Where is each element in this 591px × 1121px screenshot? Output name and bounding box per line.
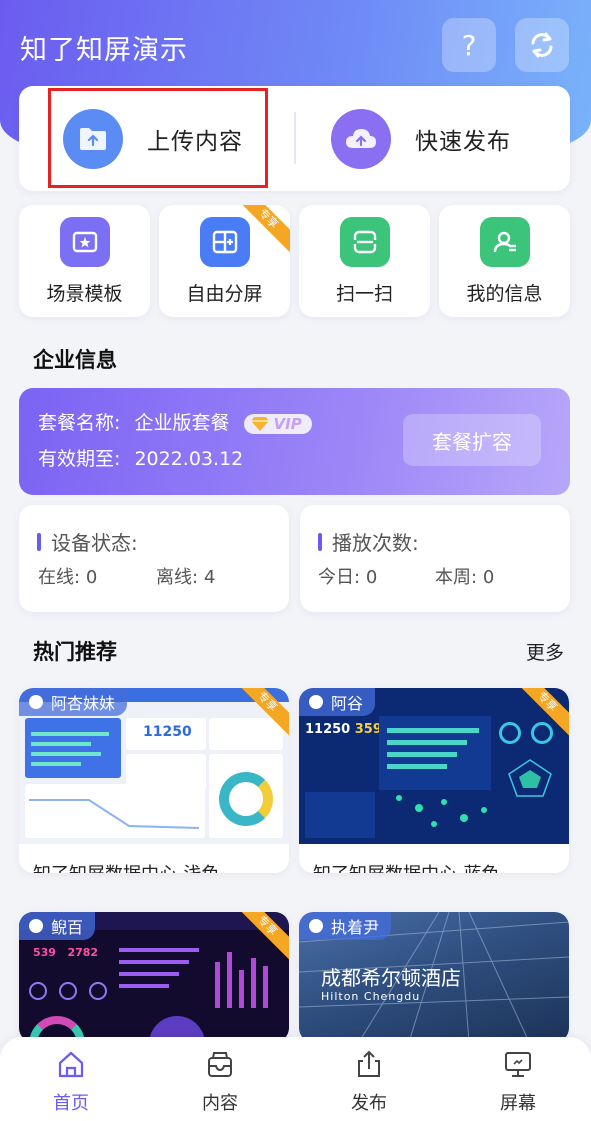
hotel-name-en: Hilton Chengdu	[321, 990, 421, 1003]
split-screen-label: 自由分屏	[186, 283, 263, 305]
help-button[interactable]: ?	[442, 18, 496, 72]
refresh-icon	[531, 32, 553, 58]
online-count: 在线: 0	[38, 567, 98, 588]
diamond-icon	[250, 416, 269, 431]
divider	[294, 112, 296, 164]
author-tag: 执着尹	[299, 912, 392, 940]
bottom-navigation: 首页 内容 发布 屏幕	[0, 1037, 591, 1121]
author-tag: 阿谷	[299, 688, 376, 716]
recommend-card-3[interactable]: 539 2782 鲵百 专享	[19, 912, 289, 1042]
app-title: 知了知屏演示	[20, 35, 188, 66]
today-count: 今日: 0	[318, 567, 378, 588]
scene-template-label: 场景模板	[46, 283, 123, 305]
nav-screen[interactable]: 屏幕	[468, 1047, 568, 1117]
exclusive-badge: 专享	[241, 912, 289, 960]
week-count: 本周: 0	[435, 567, 495, 588]
cloud-upload-icon	[331, 108, 391, 169]
more-link[interactable]: 更多	[526, 638, 564, 665]
offline-count: 离线: 4	[156, 567, 216, 588]
share-icon	[358, 1050, 380, 1077]
scene-template-tile[interactable]: 场景模板	[19, 205, 150, 317]
play-count-card[interactable]: 播放次数: 今日: 0 本周: 0	[300, 505, 570, 612]
exclusive-badge: 专享	[242, 205, 290, 253]
plan-name-row: 套餐名称: 企业版套餐 VIP	[38, 408, 312, 435]
my-info-tile[interactable]: 我的信息	[439, 205, 570, 317]
company-section-title: 企业信息	[33, 348, 117, 372]
plan-expand-button[interactable]: 套餐扩容	[403, 414, 541, 466]
scan-label: 扫一扫	[335, 283, 393, 305]
thumbnail-blue-dashboard: 11250 359 阿谷 专享	[299, 688, 569, 844]
my-info-label: 我的信息	[466, 283, 543, 305]
hotel-name: 成都希尔顿酒店	[321, 966, 461, 990]
question-icon: ?	[461, 28, 477, 62]
recommend-title: 知了知屏数据中心-浅色	[33, 860, 220, 873]
expire-label: 有效期至:	[38, 448, 121, 470]
template-icon	[60, 217, 110, 267]
recommend-section-title: 热门推荐	[33, 640, 117, 664]
nav-home[interactable]: 首页	[21, 1047, 121, 1117]
thumbnail-dark-dashboard: 539 2782 鲵百 专享	[19, 912, 289, 1042]
plan-value: 企业版套餐	[134, 412, 230, 434]
recommend-card-2[interactable]: 11250 359 阿谷 专享 知了知屏数据中心-蓝色	[299, 688, 569, 873]
expire-row: 有效期至: 2022.03.12	[38, 444, 243, 471]
play-count-title: 播放次数:	[318, 527, 419, 556]
plan-card: 套餐名称: 企业版套餐 VIP 有效期至: 2022.03.12 套餐扩容	[19, 388, 570, 495]
scan-tile[interactable]: 扫一扫	[299, 205, 430, 317]
home-icon	[58, 1051, 84, 1078]
split-screen-tile[interactable]: 自由分屏 专享	[159, 205, 290, 317]
device-status-title: 设备状态:	[37, 527, 138, 556]
plan-label: 套餐名称:	[38, 412, 121, 434]
upload-highlight-box	[48, 88, 268, 188]
recommend-title: 知了知屏数据中心-蓝色	[313, 860, 500, 873]
author-tag: 鲵百	[19, 912, 96, 940]
recommend-card-4[interactable]: 成都希尔顿酒店 Hilton Chengdu 执着尹	[299, 912, 569, 1042]
author-tag: 阿杏妹妹	[19, 688, 128, 716]
vip-badge: VIP	[243, 413, 312, 434]
inbox-icon	[208, 1052, 232, 1077]
exclusive-badge: 专享	[241, 688, 289, 736]
nav-publish[interactable]: 发布	[319, 1047, 419, 1117]
thumbnail-light-dashboard: 11250 阿杏妹妹 专享	[19, 688, 289, 844]
quick-publish-label: 快速发布	[415, 128, 511, 155]
thumbnail-hotel-photo: 成都希尔顿酒店 Hilton Chengdu 执着尹	[299, 912, 569, 1042]
nav-content[interactable]: 内容	[170, 1047, 270, 1117]
recommend-card-1[interactable]: 11250 阿杏妹妹 专享 知了知屏数据中心-浅色	[19, 688, 289, 873]
monitor-icon	[505, 1052, 531, 1077]
device-status-card[interactable]: 设备状态: 在线: 0 离线: 4	[19, 505, 289, 612]
profile-icon	[480, 217, 530, 267]
quick-publish-button[interactable]: 快速发布	[331, 86, 511, 191]
refresh-button[interactable]	[515, 18, 569, 72]
exclusive-badge: 专享	[521, 688, 569, 736]
scan-icon	[340, 217, 390, 267]
expire-value: 2022.03.12	[134, 448, 244, 470]
